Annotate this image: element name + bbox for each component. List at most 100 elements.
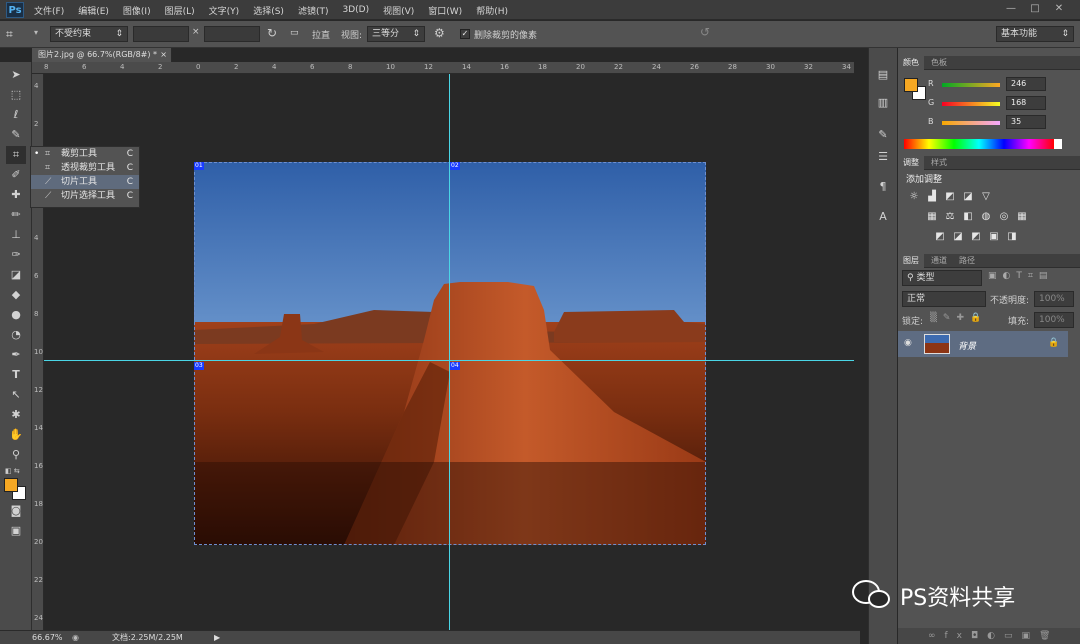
straighten-icon[interactable]: ▭: [290, 28, 299, 38]
brush-presets-icon[interactable]: ☰: [874, 148, 892, 166]
flyout-item-crop[interactable]: • ⌗ 裁剪工具 C: [31, 147, 139, 161]
zoom-level[interactable]: 66.67%: [32, 631, 63, 644]
quick-mask-icon[interactable]: ◙: [6, 502, 26, 520]
status-info-icon[interactable]: ◉: [72, 631, 79, 644]
tab-adjustments[interactable]: 调整: [898, 156, 924, 170]
menu-3d[interactable]: 3D(D): [342, 5, 369, 15]
document-tab[interactable]: 图片2.jpg @ 66.7%(RGB/8#) * ×: [32, 48, 172, 62]
green-slider[interactable]: [942, 102, 1000, 106]
blue-slider[interactable]: [942, 121, 1000, 125]
menu-layer[interactable]: 图层(L): [165, 4, 195, 17]
marquee-tool-icon[interactable]: ⬚: [6, 86, 26, 104]
slice-label-03[interactable]: 03: [194, 362, 204, 370]
move-tool-icon[interactable]: ➤: [6, 66, 26, 84]
channel-mixer-icon[interactable]: ◎: [998, 211, 1010, 223]
close-window-button[interactable]: ✕: [1050, 2, 1068, 16]
red-value-input[interactable]: 246: [1006, 77, 1046, 91]
paint-bucket-icon[interactable]: ◆: [6, 286, 26, 304]
brightness-icon[interactable]: ☼: [908, 191, 920, 203]
crop-tool-preset-icon[interactable]: ⌗: [6, 26, 24, 42]
straighten-label[interactable]: 拉直: [312, 28, 330, 41]
flyout-item-slice-select[interactable]: ⟋ 切片选择工具 C: [31, 189, 139, 203]
menu-help[interactable]: 帮助(H): [476, 4, 508, 17]
clone-stamp-icon[interactable]: ⊥: [6, 226, 26, 244]
close-tab-icon[interactable]: ×: [160, 48, 167, 62]
quick-select-tool-icon[interactable]: ✎: [6, 126, 26, 144]
color-balance-icon[interactable]: ⚖: [944, 211, 956, 223]
color-spectrum-bar[interactable]: [904, 139, 1054, 149]
menu-type[interactable]: 文字(Y): [209, 4, 240, 17]
maximize-button[interactable]: □: [1026, 2, 1044, 16]
view-select[interactable]: 三等分 ⇕: [367, 26, 425, 42]
vibrance-icon[interactable]: ▽: [980, 191, 992, 203]
gear-icon[interactable]: ⚙: [434, 26, 445, 40]
menu-select[interactable]: 选择(S): [253, 4, 284, 17]
color-fg-swatch[interactable]: [904, 78, 918, 92]
color-lookup-icon[interactable]: ▦: [1016, 211, 1028, 223]
lock-icons[interactable]: ▒✎✚🔒: [930, 313, 987, 323]
lasso-tool-icon[interactable]: ℓ: [6, 106, 26, 124]
pen-tool-icon[interactable]: ✒: [6, 346, 26, 364]
custom-shape-icon[interactable]: ✱: [6, 406, 26, 424]
exposure-icon[interactable]: ◪: [962, 191, 974, 203]
character-icon[interactable]: A: [874, 208, 892, 226]
slice-label-02[interactable]: 02: [450, 162, 460, 170]
blur-tool-icon[interactable]: ●: [6, 306, 26, 324]
crop-tool-icon[interactable]: ⌗: [6, 146, 26, 164]
zoom-tool-icon[interactable]: ⚲: [6, 446, 26, 464]
history-brush-icon[interactable]: ✑: [6, 246, 26, 264]
black-white-icon[interactable]: ◧: [962, 211, 974, 223]
opacity-input[interactable]: 100%: [1034, 291, 1074, 307]
layer-filter-select[interactable]: ⚲ 类型: [902, 270, 982, 286]
tab-styles[interactable]: 样式: [926, 156, 952, 170]
threshold-icon[interactable]: ◩: [970, 231, 982, 243]
levels-icon[interactable]: ▟: [926, 191, 938, 203]
red-slider[interactable]: [942, 83, 1000, 87]
type-tool-icon[interactable]: T: [6, 366, 26, 384]
menu-view[interactable]: 视图(V): [383, 4, 414, 17]
preset-dropdown-arrow-icon[interactable]: ▾: [34, 28, 38, 37]
hue-saturation-icon[interactable]: ▦: [926, 211, 938, 223]
delete-pixels-checkbox[interactable]: ✓: [460, 29, 470, 39]
actions-panel-icon[interactable]: ▥: [874, 94, 892, 112]
blend-mode-select[interactable]: 正常: [902, 291, 986, 307]
horizontal-ruler[interactable]: 8 6 4 2 0 2 4 6 8 10 12 14 16 18 20 22 24 26 28 30 32 34: [32, 62, 854, 74]
default-colors-icon[interactable]: ◧ ⇆: [5, 467, 20, 475]
tab-channels[interactable]: 通道: [926, 254, 952, 268]
tab-paths[interactable]: 路径: [954, 254, 980, 268]
foreground-color-swatch[interactable]: [4, 478, 18, 492]
slice-label-04[interactable]: 04: [450, 362, 460, 370]
invert-icon[interactable]: ◩: [934, 231, 946, 243]
paragraph-icon[interactable]: ¶: [874, 178, 892, 196]
status-menu-arrow-icon[interactable]: ▶: [214, 631, 220, 644]
fill-input[interactable]: 100%: [1034, 312, 1074, 328]
horizontal-guide[interactable]: [44, 360, 854, 361]
menu-filter[interactable]: 滤镜(T): [298, 4, 329, 17]
workspace-select[interactable]: 基本功能 ⇕: [996, 26, 1074, 42]
menu-image[interactable]: 图像(I): [123, 4, 151, 17]
layer-actions-bar[interactable]: ∞fx◘◐▭▣🗑: [898, 628, 1080, 644]
screen-mode-icon[interactable]: ▣: [6, 522, 26, 540]
eyedropper-tool-icon[interactable]: ✐: [6, 166, 26, 184]
brush-panel-icon[interactable]: ✎: [874, 126, 892, 144]
canvas-area[interactable]: 01 02 03 04: [44, 74, 854, 630]
photo-filter-icon[interactable]: ◍: [980, 211, 992, 223]
history-panel-icon[interactable]: ▤: [874, 66, 892, 84]
hand-tool-icon[interactable]: ✋: [6, 426, 26, 444]
gradient-map-icon[interactable]: ◨: [1006, 231, 1018, 243]
menu-window[interactable]: 窗口(W): [428, 4, 462, 17]
eraser-tool-icon[interactable]: ◪: [6, 266, 26, 284]
ratio-select[interactable]: 不受约束 ⇕: [50, 26, 128, 42]
eye-icon[interactable]: ◉: [904, 338, 912, 348]
healing-brush-icon[interactable]: ✚: [6, 186, 26, 204]
blue-value-input[interactable]: 35: [1006, 115, 1046, 129]
width-input[interactable]: [133, 26, 189, 42]
posterize-icon[interactable]: ◪: [952, 231, 964, 243]
selective-color-icon[interactable]: ▣: [988, 231, 1000, 243]
flyout-item-slice[interactable]: ⟋ 切片工具 C: [31, 175, 139, 189]
height-input[interactable]: [204, 26, 260, 42]
minimize-button[interactable]: —: [1002, 2, 1020, 16]
flyout-item-perspective-crop[interactable]: ⌗ 透视裁剪工具 C: [31, 161, 139, 175]
spectrum-white[interactable]: [1054, 139, 1062, 149]
curves-icon[interactable]: ◩: [944, 191, 956, 203]
